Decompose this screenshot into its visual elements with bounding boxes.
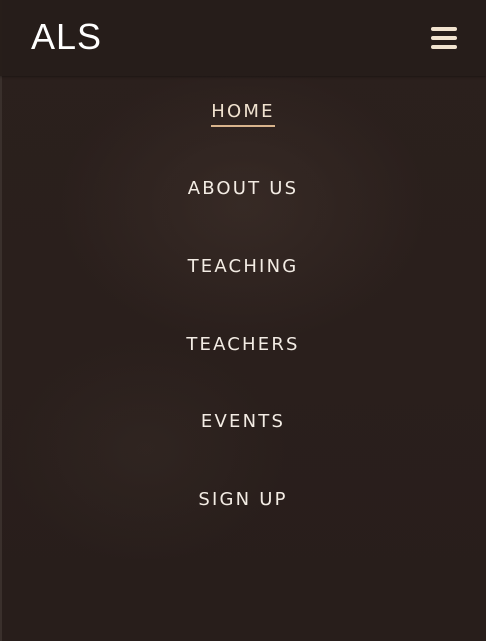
nav-item-label: TEACHING: [187, 256, 299, 277]
nav-item-home[interactable]: HOME: [0, 100, 486, 127]
nav-item-about-us[interactable]: ABOUT US: [0, 177, 486, 202]
nav-item-events[interactable]: EVENTS: [0, 410, 486, 435]
page-edge: [0, 0, 2, 641]
nav-item-label: HOME: [211, 100, 275, 127]
nav-item-sign-up[interactable]: SIGN UP: [0, 488, 486, 513]
nav-item-teaching[interactable]: TEACHING: [0, 255, 486, 280]
nav-item-label: ABOUT US: [187, 178, 299, 199]
site-logo[interactable]: ALS: [31, 17, 102, 57]
hamburger-menu-icon-bar: [431, 45, 457, 49]
menu-toggle-button[interactable]: [427, 24, 461, 54]
site-header: ALS: [0, 0, 486, 76]
nav-item-label: TEACHERS: [186, 334, 300, 355]
hamburger-menu-icon-bar: [431, 36, 457, 40]
nav-item-teachers[interactable]: TEACHERS: [0, 333, 486, 358]
nav-item-label: SIGN UP: [198, 489, 288, 510]
nav-item-label: EVENTS: [200, 411, 286, 432]
hamburger-menu-icon: [431, 27, 457, 31]
background-texture: [0, 0, 486, 641]
